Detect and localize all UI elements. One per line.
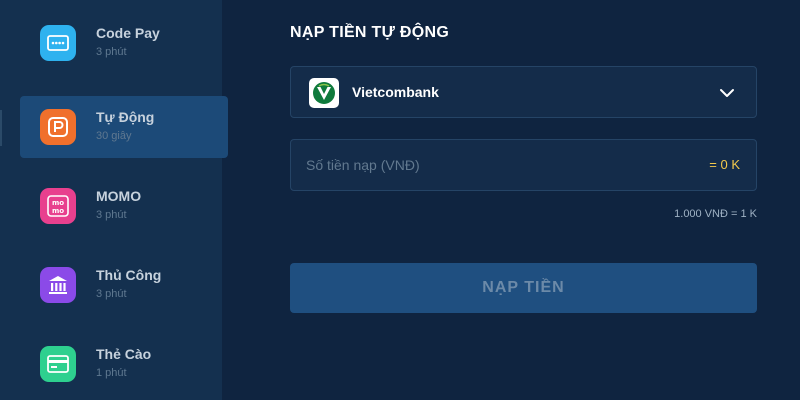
- sidebar-item-title: Thủ Công: [96, 267, 162, 283]
- sidebar-item-tu-dong[interactable]: Tự Động 30 giây: [20, 96, 228, 158]
- sidebar-item-title: MOMO: [96, 188, 142, 204]
- page-title: NẠP TIỀN TỰ ĐỘNG: [290, 24, 450, 41]
- sidebar-item-thu-cong[interactable]: Thủ Công 3 phút: [20, 254, 228, 316]
- svg-text:mo: mo: [52, 199, 64, 207]
- converted-amount: = 0 K: [709, 157, 740, 172]
- sidebar-item-code-pay[interactable]: Code Pay 3 phút: [20, 12, 228, 74]
- vietcombank-logo: [309, 78, 339, 108]
- sidebar-item-title: Code Pay: [96, 25, 160, 41]
- chevron-down-icon: [720, 89, 734, 97]
- svg-text:mo: mo: [52, 207, 64, 215]
- sidebar-item-title: Thẻ Cào: [96, 346, 152, 362]
- bank-icon: [40, 267, 76, 303]
- payment-method-sidebar: Code Pay 3 phút Tự Động 30 giây mo mo MO…: [0, 0, 228, 400]
- deposit-button[interactable]: NẠP TIỀN: [290, 263, 757, 313]
- momo-icon: mo mo: [40, 188, 76, 224]
- sidebar-item-time: 3 phút: [96, 288, 127, 300]
- card-icon: [40, 346, 76, 382]
- sidebar-item-the-cao[interactable]: Thẻ Cào 1 phút: [20, 333, 228, 395]
- bank-select[interactable]: Vietcombank: [290, 66, 757, 118]
- sidebar-item-time: 3 phút: [96, 46, 127, 58]
- exchange-rate: 1.000 VNĐ = 1 K: [674, 208, 757, 220]
- sidebar-item-time: 1 phút: [96, 367, 127, 379]
- sidebar-item-time: 30 giây: [96, 130, 132, 142]
- sidebar-item-time: 3 phút: [96, 209, 127, 221]
- amount-field: = 0 K: [290, 139, 757, 191]
- p-logo-icon: [40, 109, 76, 145]
- sidebar-item-title: Tự Động: [96, 109, 155, 125]
- scroll-indicator: [0, 110, 2, 146]
- sidebar-item-momo[interactable]: mo mo MOMO 3 phút: [20, 175, 228, 237]
- selected-bank-name: Vietcombank: [352, 84, 439, 100]
- keypad-icon: [40, 25, 76, 61]
- amount-input[interactable]: [306, 140, 686, 190]
